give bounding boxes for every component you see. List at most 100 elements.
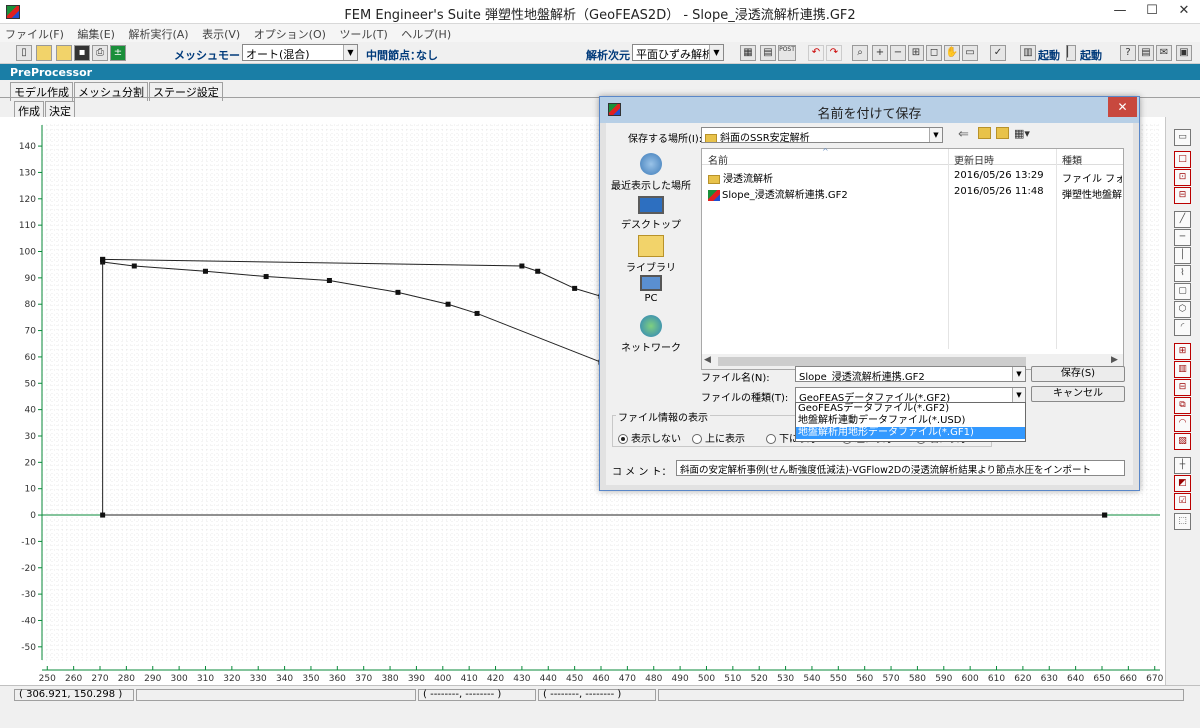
node-delete-tool-icon[interactable]: ⊟ (1174, 187, 1191, 204)
cancel-button[interactable]: キャンセル (1031, 386, 1125, 402)
grid-icon[interactable]: ⊞ (908, 45, 924, 61)
place-recent[interactable]: 最近表示した場所 (606, 153, 696, 192)
menu-file[interactable]: ファイル(F) (0, 24, 69, 44)
checkbox-tool-icon[interactable]: ☑ (1174, 493, 1191, 510)
line-vertical-icon[interactable]: │ (1174, 247, 1191, 264)
y-tick-label: -40 (21, 616, 36, 626)
tab-stage-setting[interactable]: ステージ設定 (149, 82, 223, 101)
element-grid-icon[interactable]: ⊞ (1174, 343, 1191, 360)
filetype-option-selected[interactable]: 地盤解析用地形データファイル(*.GF1) (796, 427, 1025, 439)
filetype-select[interactable]: GeoFEASデータファイル(*.GF2) ▼ (795, 387, 1026, 403)
zoom-out-icon[interactable]: − (890, 45, 906, 61)
element-column-icon[interactable]: ▥ (1174, 361, 1191, 378)
new-file-icon[interactable]: ▯ (16, 45, 32, 61)
polygon-icon[interactable]: ⬡ (1174, 301, 1191, 318)
place-library[interactable]: ライブラリ (606, 235, 696, 274)
info-icon[interactable]: ▣ (1176, 45, 1192, 61)
mid-node-value[interactable]: なし (416, 47, 438, 63)
place-pc[interactable]: PC (606, 275, 696, 304)
filetype-option[interactable]: 地盤解析連動データファイル(*.USD) (796, 415, 1025, 427)
new-folder-icon[interactable] (996, 127, 1009, 139)
minimize-button[interactable]: — (1106, 1, 1134, 21)
element-split-icon[interactable]: ⊟ (1174, 379, 1191, 396)
material-icon[interactable]: ◩ (1174, 475, 1191, 492)
view-menu-icon[interactable]: ▦▾ (1014, 127, 1030, 140)
node-edit-tool-icon[interactable]: ⊡ (1174, 169, 1191, 186)
element-merge-icon[interactable]: ⧉ (1174, 397, 1191, 414)
menu-options[interactable]: オプション(O) (249, 24, 331, 44)
view-icon[interactable]: ▭ (962, 45, 978, 61)
manual-icon[interactable]: ▤ (1138, 45, 1154, 61)
scroll-right-icon[interactable]: ▶ (1111, 355, 1118, 365)
column-date[interactable]: 更新日時 (954, 152, 994, 167)
check-icon[interactable]: ✓ (990, 45, 1006, 61)
file-row[interactable]: 浸透流解析 (708, 170, 773, 185)
launch1-icon[interactable]: ▥ (1020, 45, 1036, 61)
file-list[interactable]: 名前 ^ 更新日時 種類 浸透流解析 2016/05/26 13:29 ファイル… (701, 147, 1124, 370)
rectangle-icon[interactable]: ▢ (1174, 283, 1191, 300)
fileinfo-option[interactable]: 表示しない (618, 430, 681, 445)
menu-view[interactable]: 表示(V) (197, 24, 245, 44)
post-icon[interactable]: POST (778, 45, 796, 61)
back-arrow-icon[interactable]: ⇐ (958, 127, 969, 142)
launch2-label[interactable]: 起動 (1080, 47, 1102, 63)
file-row[interactable]: Slope_浸透流解析連携.GF2 (708, 186, 848, 201)
menu-run-analysis[interactable]: 解析実行(A) (123, 24, 193, 44)
help-icon[interactable]: ? (1120, 45, 1136, 61)
rectangle-tool-icon[interactable]: ▭ (1174, 129, 1191, 146)
open-recent-icon[interactable] (56, 45, 72, 61)
scroll-left-icon[interactable]: ◀ (704, 355, 711, 365)
filetype-option[interactable]: GeoFEASデータファイル(*.GF2) (796, 403, 1025, 415)
element-curve-icon[interactable]: ◠ (1174, 415, 1191, 432)
measure-icon[interactable]: ┼ (1174, 457, 1191, 474)
up-folder-icon[interactable] (978, 127, 991, 139)
print-icon[interactable]: ⎙ (92, 45, 108, 61)
x-tick-label: 300 (171, 674, 188, 684)
save-in-select[interactable]: 斜面のSSR安定解析 ▼ (701, 127, 943, 143)
y-tick-label: 30 (25, 432, 37, 442)
pan-hand-icon[interactable]: ✋ (944, 45, 960, 61)
x-tick-label: 290 (144, 674, 161, 684)
undo-icon[interactable]: ↶ (808, 45, 824, 61)
mesh-mode-select[interactable]: オート(混合) ▼ (242, 44, 358, 61)
scrollbar-thumb[interactable] (718, 357, 1026, 366)
zoom-in-icon[interactable]: + (872, 45, 888, 61)
save-icon[interactable]: ▪ (74, 45, 90, 61)
x-tick-label: 390 (408, 674, 425, 684)
launch1-label[interactable]: 起動 (1038, 47, 1060, 63)
menu-help[interactable]: ヘルプ(H) (396, 24, 456, 44)
fileinfo-option-label: 上に表示 (705, 434, 745, 445)
column-name[interactable]: 名前 (708, 152, 728, 167)
maximize-button[interactable]: ☐ (1138, 1, 1166, 21)
calculator-icon[interactable]: ± (110, 45, 126, 61)
fileinfo-option[interactable]: 上に表示 (692, 430, 745, 445)
place-network[interactable]: ネットワーク (606, 315, 696, 354)
redo-icon[interactable]: ↷ (826, 45, 842, 61)
open-folder-icon[interactable] (36, 45, 52, 61)
menu-edit[interactable]: 編集(E) (72, 24, 120, 44)
filename-input[interactable]: Slope_浸透流解析連携.GF2 ▼ (795, 366, 1026, 382)
tab-mesh-split[interactable]: メッシュ分割 (74, 82, 148, 101)
calc-tool-icon[interactable]: ▤ (760, 45, 776, 61)
excavation-icon[interactable]: ▧ (1174, 433, 1191, 450)
mesh-tool-icon[interactable]: ▦ (740, 45, 756, 61)
polyline-icon[interactable]: ⌇ (1174, 265, 1191, 282)
line-horizontal-icon[interactable]: ─ (1174, 229, 1191, 246)
menu-tools[interactable]: ツール(T) (334, 24, 392, 44)
frame-tool-icon[interactable]: ⬚ (1174, 513, 1191, 530)
column-type[interactable]: 種類 (1062, 152, 1082, 167)
zoom-window-icon[interactable]: ⌕ (852, 45, 868, 61)
email-icon[interactable]: ✉ (1156, 45, 1172, 61)
arc-icon[interactable]: ◜ (1174, 319, 1191, 336)
place-desktop[interactable]: デスクトップ (606, 196, 696, 231)
analysis-dim-select[interactable]: 平面ひずみ解析 ▼ (632, 44, 724, 61)
comment-input[interactable]: 斜面の安定解析事例(せん断強度低減法)-VGFlow2Dの浸透流解析結果より節点… (676, 460, 1125, 476)
close-button[interactable]: ✕ (1170, 1, 1198, 21)
dialog-close-button[interactable]: ✕ (1108, 97, 1137, 117)
save-button[interactable]: 保存(S) (1031, 366, 1125, 382)
node-rect-tool-icon[interactable]: □ (1174, 151, 1191, 168)
launch2-icon[interactable]: ▏ (1066, 45, 1076, 61)
fit-icon[interactable]: ◻ (926, 45, 942, 61)
tab-model-create[interactable]: モデル作成 (10, 82, 73, 101)
line-diagonal-icon[interactable]: ╱ (1174, 211, 1191, 228)
